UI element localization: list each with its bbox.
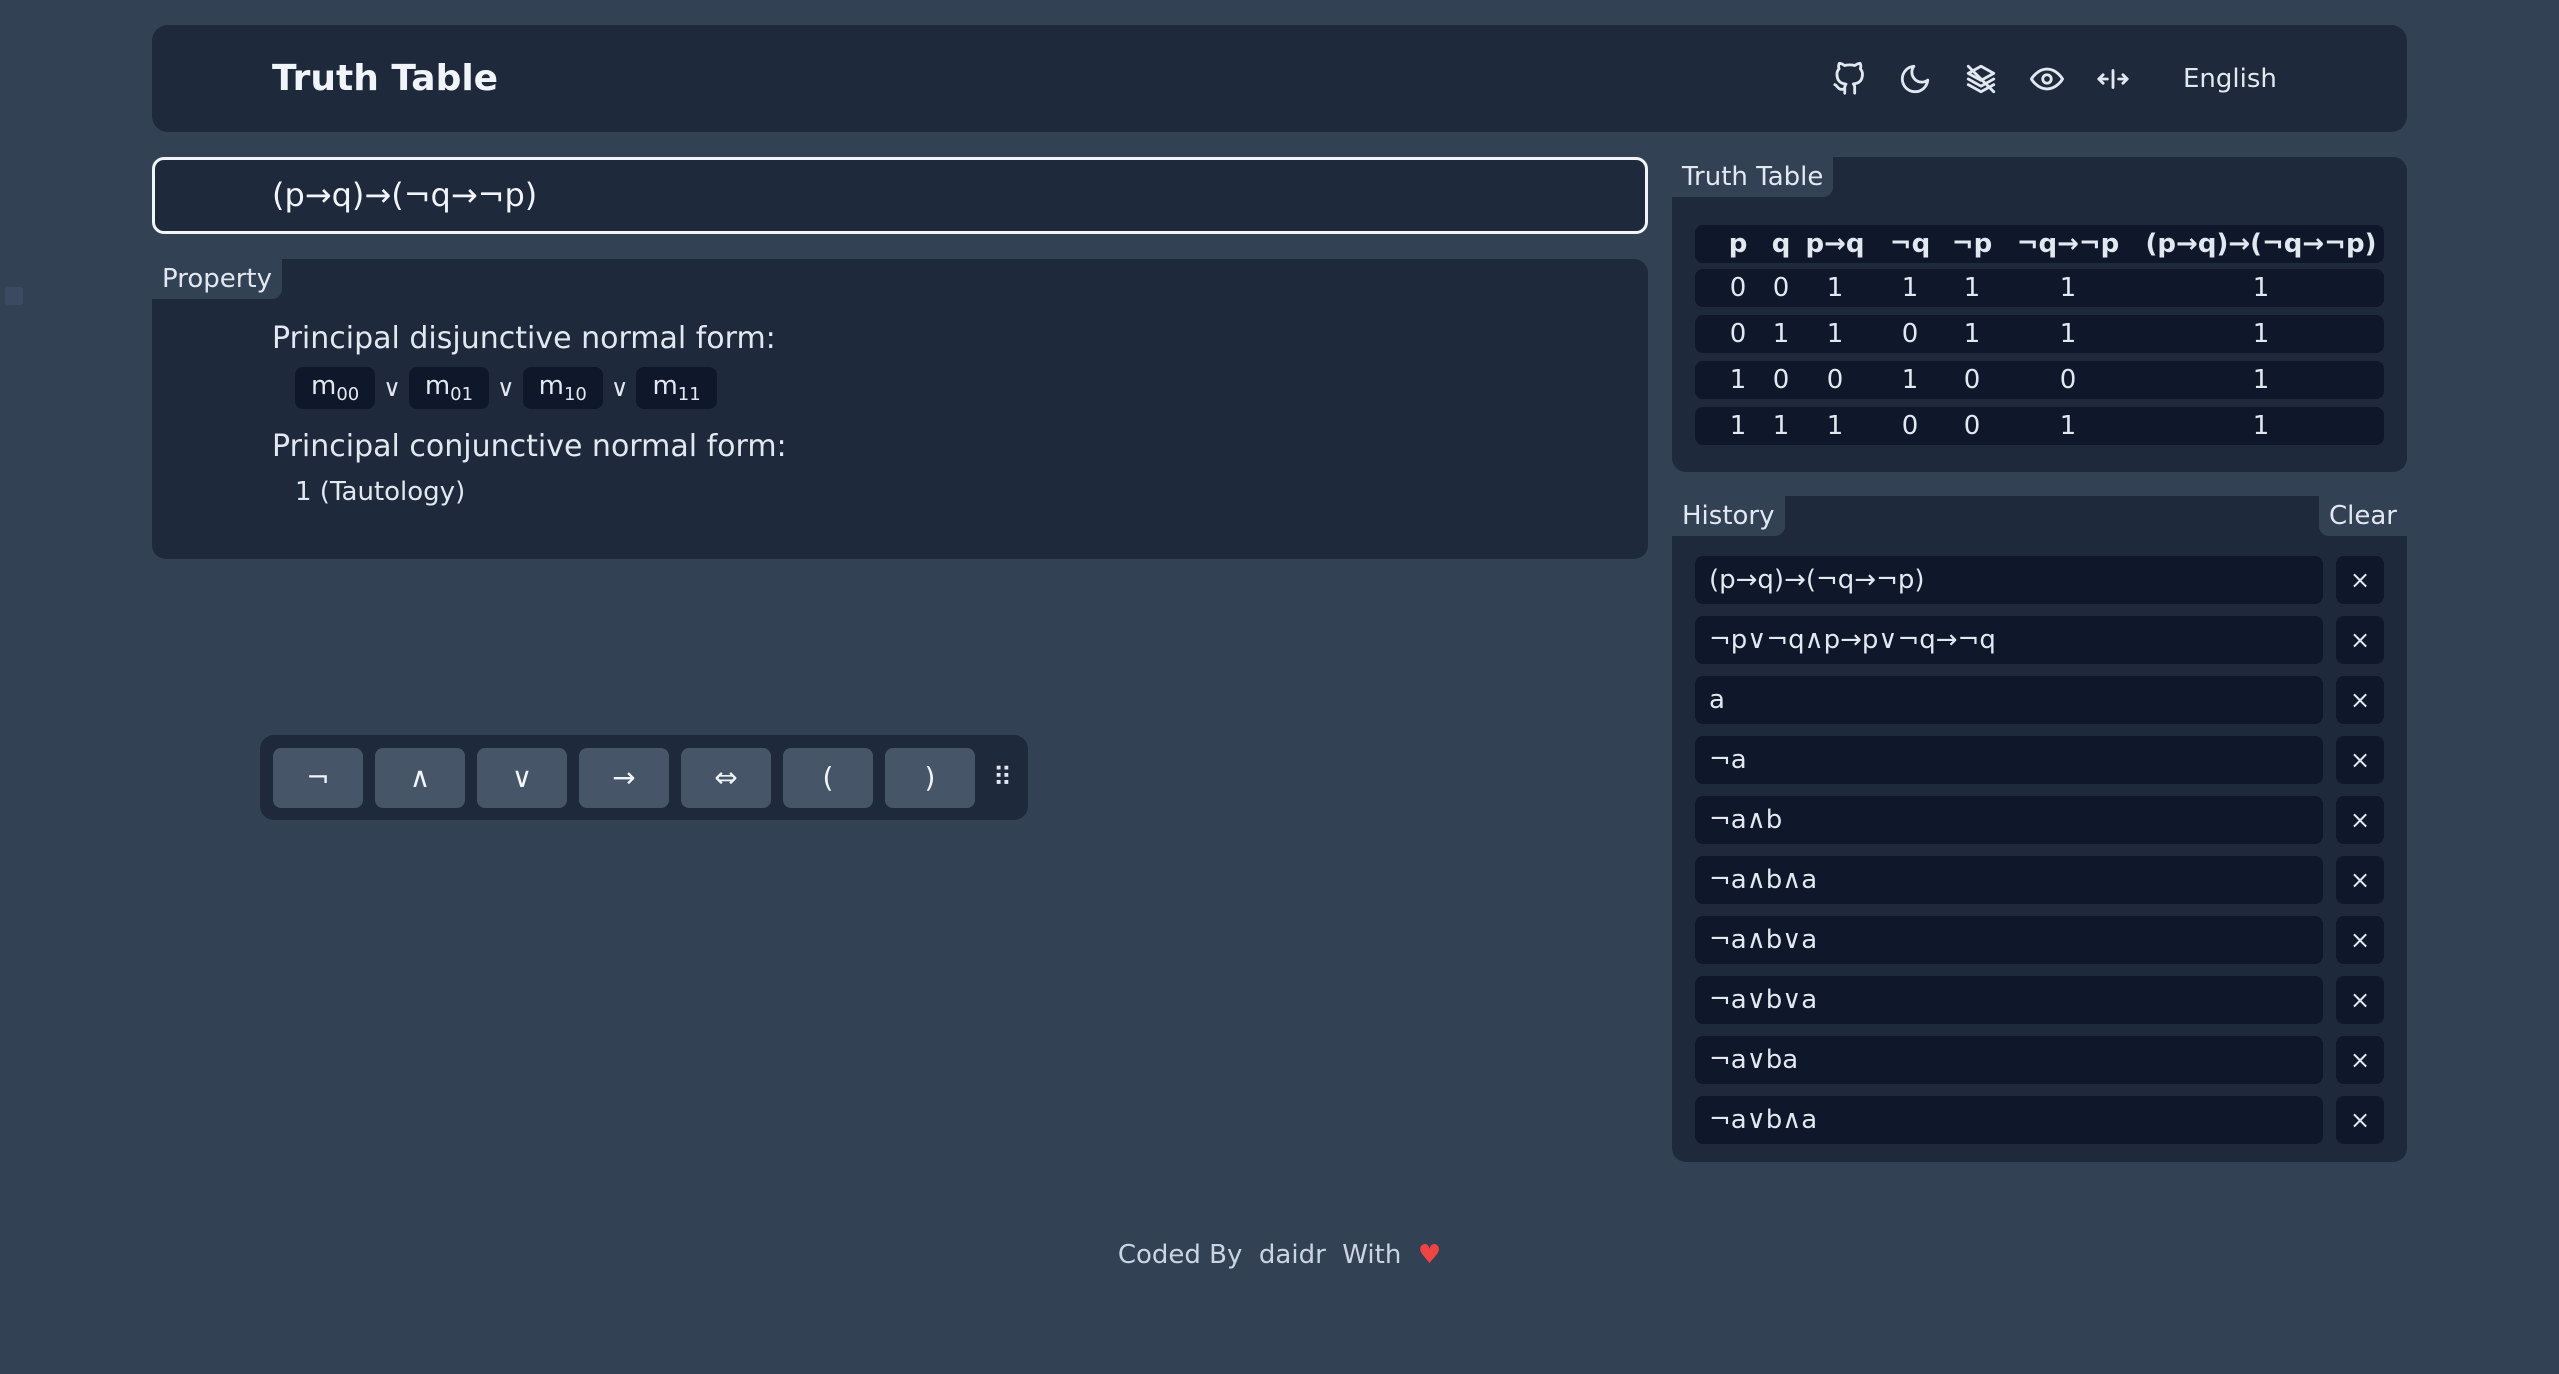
property-tag: Property: [152, 259, 283, 299]
eye-icon[interactable]: [2025, 57, 2069, 101]
delete-history-item-button[interactable]: ×: [2336, 976, 2384, 1024]
history-item[interactable]: ¬p∨¬q∧p→p∨¬q→¬q: [1695, 616, 2323, 664]
column-header: (p→q)→(¬q→¬p): [2145, 229, 2377, 259]
language-selector[interactable]: English: [2183, 64, 2277, 94]
table-cell: 0: [1729, 273, 1747, 303]
history-item[interactable]: (p→q)→(¬q→¬p): [1695, 556, 2323, 604]
pcnf-label: Principal conjunctive normal form:: [272, 429, 787, 464]
edge-marker: [5, 287, 23, 305]
minterm: m01: [408, 367, 490, 410]
key-not[interactable]: ¬: [273, 747, 363, 808]
table-cell: 1: [1826, 273, 1844, 303]
history-item[interactable]: ¬a∧b∧a: [1695, 856, 2323, 904]
delete-history-item-button[interactable]: ×: [2336, 1096, 2384, 1144]
minterm: m10: [522, 367, 603, 410]
moon-icon[interactable]: [1893, 57, 1937, 101]
app-header: Truth Table English: [152, 25, 2407, 132]
table-cell: 0: [1826, 365, 1844, 395]
column-header: ¬p: [1951, 229, 1993, 259]
history-item[interactable]: ¬a∨b∨a: [1695, 976, 2323, 1024]
history-tag: History: [1672, 496, 1785, 536]
table-cell: 0: [2059, 365, 2077, 395]
table-cell: 1: [2252, 411, 2270, 441]
key-iff[interactable]: ⇔: [681, 747, 771, 808]
table-row: 0011111: [1695, 269, 2384, 307]
history-item[interactable]: ¬a∧b∨a: [1695, 916, 2323, 964]
table-cell: 0: [1963, 411, 1981, 441]
delete-history-item-button[interactable]: ×: [2336, 676, 2384, 724]
truth-table-tag: Truth Table: [1672, 157, 1834, 197]
formula-input[interactable]: (p→q)→(¬q→¬p): [152, 157, 1648, 234]
column-header: ¬q→¬p: [2016, 229, 2120, 259]
table-cell: 1: [1729, 365, 1747, 395]
clear-history-button[interactable]: Clear: [2319, 496, 2407, 536]
heart-icon: ♥: [1417, 1240, 1442, 1270]
delete-history-item-button[interactable]: ×: [2336, 856, 2384, 904]
or-symbol: ∨: [383, 374, 401, 403]
truth-table-panel: Truth Table p q p→q ¬q ¬p ¬q→¬p (p→q)→(¬q→¬p) 0…: [1672, 157, 2407, 472]
history-item[interactable]: ¬a∨b∧a: [1695, 1096, 2323, 1144]
table-cell: 0: [1901, 411, 1919, 441]
key-open-paren[interactable]: (: [783, 747, 873, 808]
column-header: p→q: [1805, 229, 1865, 259]
table-cell: 1: [2059, 273, 2077, 303]
minterm: m00: [295, 367, 376, 410]
history-item[interactable]: ¬a∨ba: [1695, 1036, 2323, 1084]
history-panel: History Clear (p→q)→(¬q→¬p) × ¬p∨¬q∧p→p∨¬q…: [1672, 496, 2407, 1162]
table-cell: 1: [1826, 411, 1844, 441]
table-cell: 1: [2252, 273, 2270, 303]
footer-coded-by: Coded By: [1117, 1240, 1243, 1270]
minterm: m11: [636, 367, 717, 410]
or-symbol: ∨: [610, 374, 629, 403]
history-item[interactable]: ¬a∧b: [1695, 796, 2323, 844]
history-item[interactable]: a: [1695, 676, 2323, 724]
layers-off-icon[interactable]: [1959, 57, 2003, 101]
table-cell: 1: [1826, 319, 1844, 349]
footer: Coded By daidr With ♥: [0, 1240, 2559, 1270]
delete-history-item-button[interactable]: ×: [2336, 736, 2384, 784]
delete-history-item-button[interactable]: ×: [2336, 916, 2384, 964]
table-cell: 0: [1963, 365, 1981, 395]
pdnf-minterms: m00 ∨ m01 ∨ m10 ∨ m11: [295, 367, 717, 410]
table-cell: 1: [1963, 273, 1981, 303]
table-cell: 1: [1901, 365, 1919, 395]
table-cell: 1: [2252, 365, 2270, 395]
property-panel: Property Principal disjunctive normal fo…: [152, 259, 1648, 559]
column-header: ¬q: [1889, 229, 1931, 259]
table-cell: 1: [1729, 411, 1747, 441]
symbol-keyboard: ¬ ∧ ∨ → ⇔ ( ) ⠿: [260, 735, 1028, 820]
table-row: 1110011: [1695, 407, 2384, 445]
key-implies[interactable]: →: [579, 747, 669, 808]
app-title: Truth Table: [272, 58, 499, 99]
key-close-paren[interactable]: ): [885, 747, 975, 808]
drag-handle-icon[interactable]: ⠿: [993, 763, 1012, 793]
delete-history-item-button[interactable]: ×: [2336, 616, 2384, 664]
delete-history-item-button[interactable]: ×: [2336, 796, 2384, 844]
table-cell: 1: [2059, 319, 2077, 349]
footer-with: With: [1342, 1240, 1402, 1270]
table-cell: 1: [2252, 319, 2270, 349]
header-toolbar: English: [1827, 25, 2277, 132]
footer-author-link[interactable]: daidr: [1259, 1240, 1326, 1270]
key-and[interactable]: ∧: [375, 747, 465, 808]
arrows-horizontal-icon[interactable]: [2091, 57, 2135, 101]
column-header: p: [1728, 229, 1748, 259]
truth-table-header-row: p q p→q ¬q ¬p ¬q→¬p (p→q)→(¬q→¬p): [1695, 225, 2384, 263]
delete-history-item-button[interactable]: ×: [2336, 1036, 2384, 1084]
table-row: 0110111: [1695, 315, 2384, 353]
table-cell: 0: [1729, 319, 1747, 349]
table-cell: 0: [1901, 319, 1919, 349]
table-cell: 1: [1963, 319, 1981, 349]
history-item[interactable]: ¬a: [1695, 736, 2323, 784]
github-icon[interactable]: [1827, 57, 1871, 101]
or-symbol: ∨: [497, 374, 515, 403]
table-cell: 1: [2059, 411, 2077, 441]
pdnf-label: Principal disjunctive normal form:: [272, 321, 776, 356]
table-cell: 1: [1901, 273, 1919, 303]
delete-history-item-button[interactable]: ×: [2336, 556, 2384, 604]
table-row: 1001001: [1695, 361, 2384, 399]
pcnf-value: 1 (Tautology): [295, 477, 466, 507]
key-or[interactable]: ∨: [477, 747, 567, 808]
